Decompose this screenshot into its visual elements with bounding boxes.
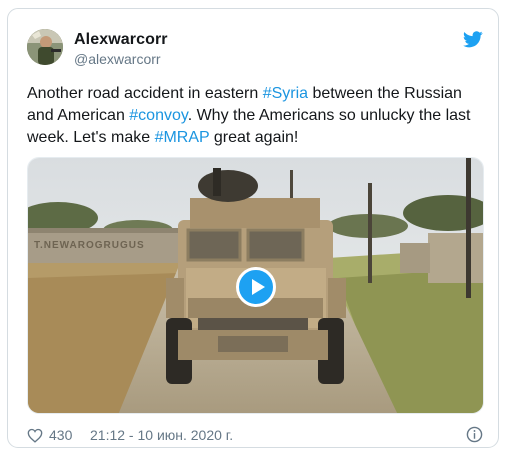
video-media[interactable]: T.NEWAROGRUGUS — [27, 157, 484, 414]
tweet-text-part: Another road accident in eastern — [27, 85, 263, 102]
heart-icon — [27, 428, 43, 443]
like-button[interactable]: 430 — [27, 427, 72, 443]
user-display-name[interactable]: Alexwarcorr — [74, 31, 168, 49]
tweet-timestamp[interactable]: 21:12 - 10 июн. 2020 г. — [90, 427, 233, 443]
like-count: 430 — [49, 427, 73, 443]
avatar[interactable] — [27, 29, 63, 65]
play-button[interactable] — [236, 267, 276, 307]
vehicle-plate-text: T.NEWAROGRUGUS — [34, 240, 145, 251]
tweet-footer: 430 21:12 - 10 июн. 2020 г. — [27, 426, 483, 447]
hashtag-mrap[interactable]: #MRAP — [155, 129, 210, 146]
user-handle[interactable]: @alexwarcorr — [74, 51, 161, 67]
tweet-text-part: great again! — [209, 129, 299, 146]
tweet-text: Another road accident in eastern #Syria … — [27, 83, 487, 149]
play-icon — [252, 279, 265, 295]
hashtag-syria[interactable]: #Syria — [263, 85, 308, 102]
tweet-card: Alexwarcorr @alexwarcorr Another road ac… — [7, 8, 499, 448]
info-icon[interactable] — [466, 426, 483, 443]
hashtag-convoy[interactable]: #convoy — [129, 107, 187, 124]
twitter-bird-icon[interactable] — [463, 31, 483, 48]
